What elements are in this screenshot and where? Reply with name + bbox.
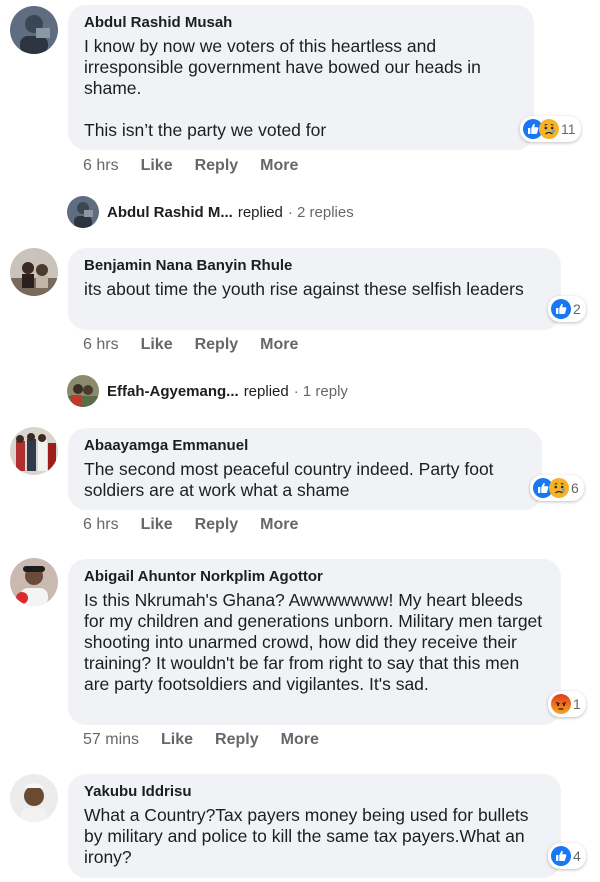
comment-actions: 6 hrs Like Reply More	[83, 157, 320, 175]
reply-author: Abdul Rashid M...	[107, 203, 233, 221]
like-icon	[551, 299, 571, 319]
reply-verb: replied	[243, 382, 289, 400]
comment-text: Is this Nkrumah's Ghana? Awwwwwww! My he…	[84, 590, 543, 694]
view-replies-link[interactable]: Effah-Agyemang... replied · 1 reply	[67, 375, 348, 407]
comment-time[interactable]: 6 hrs	[83, 516, 119, 534]
comment-text: What a Country?Tax payers money being us…	[84, 805, 529, 867]
reaction-summary[interactable]: 4	[548, 843, 586, 869]
reply-count: · 2 replies	[287, 203, 354, 221]
comment-time[interactable]: 6 hrs	[83, 157, 119, 175]
reaction-summary[interactable]: 6	[530, 475, 584, 501]
more-button[interactable]: More	[260, 336, 298, 354]
reaction-summary[interactable]: 2	[548, 296, 586, 322]
comment-actions: 6 hrs Like Reply More	[83, 516, 320, 534]
avatar[interactable]	[10, 6, 58, 54]
comment-actions: 57 mins Like Reply More	[83, 731, 341, 749]
like-icon	[551, 846, 571, 866]
reply-avatar	[67, 375, 99, 407]
reply-button[interactable]: Reply	[195, 516, 239, 534]
comment-time[interactable]: 57 mins	[83, 731, 139, 749]
reaction-count: 1	[573, 696, 581, 712]
comment-bubble: Abigail Ahuntor Norkplim Agottor Is this…	[68, 559, 561, 725]
reply-button[interactable]: Reply	[195, 157, 239, 175]
like-button[interactable]: Like	[141, 157, 173, 175]
reaction-summary[interactable]: 11	[520, 116, 581, 142]
reply-author: Effah-Agyemang...	[107, 382, 239, 400]
reply-count: · 1 reply	[293, 382, 348, 400]
comment-author[interactable]: Abdul Rashid Musah	[84, 13, 518, 33]
avatar[interactable]	[10, 248, 58, 296]
comment-bubble: Yakubu Iddrisu What a Country?Tax payers…	[68, 774, 561, 878]
avatar[interactable]	[10, 558, 58, 606]
comment-bubble: Abaayamga Emmanuel The second most peace…	[68, 428, 542, 510]
comment-author[interactable]: Abaayamga Emmanuel	[84, 436, 526, 456]
comment-time[interactable]: 6 hrs	[83, 336, 119, 354]
view-replies-link[interactable]: Abdul Rashid M... replied · 2 replies	[67, 196, 354, 228]
reaction-summary[interactable]: 1	[548, 691, 586, 717]
more-button[interactable]: More	[260, 516, 298, 534]
comment-text: The second most peaceful country indeed.…	[84, 459, 494, 500]
avatar[interactable]	[10, 427, 58, 475]
reaction-count: 4	[573, 848, 581, 864]
comment-author[interactable]: Abigail Ahuntor Norkplim Agottor	[84, 567, 545, 587]
sad-icon	[549, 478, 569, 498]
sad-icon	[539, 119, 559, 139]
comment-author[interactable]: Benjamin Nana Banyin Rhule	[84, 256, 545, 276]
angry-icon	[551, 694, 571, 714]
reply-verb: replied	[237, 203, 283, 221]
reaction-count: 2	[573, 301, 581, 317]
comment-author[interactable]: Yakubu Iddrisu	[84, 782, 545, 802]
more-button[interactable]: More	[260, 157, 298, 175]
reaction-count: 6	[571, 480, 579, 496]
like-button[interactable]: Like	[141, 336, 173, 354]
reply-button[interactable]: Reply	[195, 336, 239, 354]
reply-avatar	[67, 196, 99, 228]
like-button[interactable]: Like	[161, 731, 193, 749]
reaction-count: 11	[561, 121, 576, 137]
comment-actions: 6 hrs Like Reply More	[83, 336, 320, 354]
reply-button[interactable]: Reply	[215, 731, 259, 749]
like-button[interactable]: Like	[141, 516, 173, 534]
comment-bubble: Benjamin Nana Banyin Rhule its about tim…	[68, 248, 561, 330]
comment-bubble: Abdul Rashid Musah I know by now we vote…	[68, 5, 534, 150]
more-button[interactable]: More	[281, 731, 319, 749]
comment-text: its about time the youth rise against th…	[84, 279, 524, 299]
avatar[interactable]	[10, 774, 58, 822]
comment-text: I know by now we voters of this heartles…	[84, 36, 481, 140]
